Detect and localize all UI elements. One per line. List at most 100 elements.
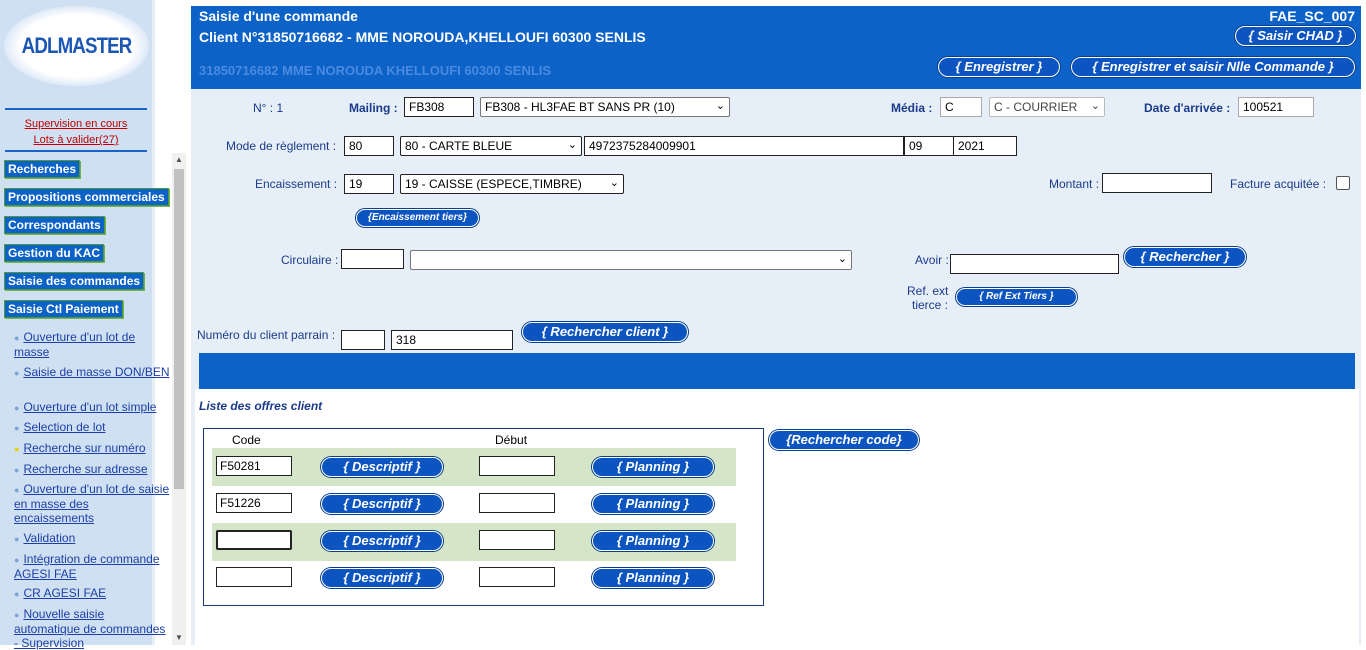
date-arrivee-input[interactable]: 100521 <box>1238 97 1314 117</box>
page-title: Saisie d'une commande <box>199 8 358 24</box>
mailing-label: Mailing : <box>349 101 398 115</box>
encaissement-select[interactable]: 19 - CAISSE (ESPECE,TIMBRE) ⌄ <box>400 174 624 194</box>
encaissement-code-input[interactable]: 19 <box>344 174 394 194</box>
offers-panel: Liste des offres client {Rechercher code… <box>195 389 1359 645</box>
offer-debut-input[interactable] <box>479 493 555 513</box>
montant-label: Montant : <box>1049 177 1100 191</box>
encaissement-tiers-button[interactable]: {Encaissement tiers} <box>356 209 479 227</box>
chevron-down-icon: ⌄ <box>567 139 577 151</box>
sidebar-scrollbar[interactable]: ▲ ▼ <box>172 153 186 645</box>
circulaire-select[interactable]: ⌄ <box>410 250 852 270</box>
facture-acquitee-checkbox[interactable] <box>1336 176 1350 190</box>
side-link-validation[interactable]: ● Validation <box>14 531 172 546</box>
nav-button-saisie-ctl-paiement[interactable]: Saisie Ctl Paiement <box>4 300 123 318</box>
media-select[interactable]: C - COURRIER ⌄ <box>989 97 1105 117</box>
chevron-down-icon: ⌄ <box>715 100 725 112</box>
offer-code-input[interactable] <box>216 530 292 550</box>
planning-button[interactable]: { Planning } <box>592 494 714 514</box>
side-link-saisie-masse[interactable]: ● Saisie de masse DON/BEN <box>14 365 172 380</box>
lots-to-validate-link[interactable]: Lots à valider(27) <box>0 134 152 146</box>
bullet-icon: ● <box>14 465 20 475</box>
app-logo[interactable]: ADLMASTER <box>4 6 149 86</box>
side-link-integration-agesi[interactable]: ● Intégration de commande AGESI FAE <box>14 552 172 581</box>
media-code-input[interactable]: C <box>940 97 982 117</box>
offer-debut-input[interactable] <box>479 567 555 587</box>
nav-button-recherches[interactable]: Recherches <box>4 160 81 178</box>
side-link-encaissements[interactable]: ● Ouverture d'un lot de saisie en masse d… <box>14 482 172 525</box>
ref-ext-label: Ref. ext <box>907 284 949 298</box>
section-band <box>199 353 1355 389</box>
offer-code-input[interactable]: F51226 <box>216 493 292 513</box>
page-header: Saisie d'une commande Client N°318507166… <box>191 6 1361 89</box>
client-parrain-label: Numéro du client parrain : <box>197 328 336 342</box>
ref-ext-tiers-button[interactable]: { Ref Ext Tiers } <box>956 288 1077 306</box>
montant-input[interactable] <box>1102 173 1212 193</box>
column-header-debut: Début <box>495 433 528 447</box>
side-link-recherche-numero[interactable]: ● Recherche sur numéro <box>14 441 172 456</box>
offers-title: Liste des offres client <box>199 399 323 413</box>
client-ghost-text: 31850716682 MME NOROUDA KHELLOUFI 60300 … <box>199 63 552 78</box>
media-label: Média : <box>891 101 933 115</box>
enregistrer-button[interactable]: { Enregistrer } <box>938 57 1060 77</box>
bullet-icon: ● <box>14 485 20 495</box>
descriptif-button[interactable]: { Descriptif } <box>321 531 443 551</box>
mailing-code-input[interactable]: FB308 <box>404 97 474 117</box>
order-form: N° : 1 Mailing : FB308 FB308 - HL3FAE BT… <box>191 89 1361 645</box>
encaissement-label: Encaissement : <box>255 177 338 191</box>
descriptif-button[interactable]: { Descriptif } <box>321 457 443 477</box>
supervision-link[interactable]: Supervision en cours <box>0 118 152 130</box>
ref-ext-label-2: tierce : <box>912 298 949 312</box>
nav-button-correspondants[interactable]: Correspondants <box>4 216 105 234</box>
avoir-input[interactable] <box>950 254 1119 274</box>
side-link-cr-agesi[interactable]: ● CR AGESI FAE <box>14 586 172 601</box>
scroll-thumb[interactable] <box>174 169 184 489</box>
planning-button[interactable]: { Planning } <box>592 531 714 551</box>
card-month-input[interactable]: 09 <box>904 136 954 156</box>
enregistrer-nouvelle-commande-button[interactable]: { Enregistrer et saisir Nlle Commande } <box>1071 57 1355 77</box>
descriptif-button[interactable]: { Descriptif } <box>321 494 443 514</box>
offer-code-input[interactable]: F50281 <box>216 456 292 476</box>
bullet-icon: ● <box>14 610 20 620</box>
descriptif-button[interactable]: { Descriptif } <box>321 568 443 588</box>
bullet-icon: ● <box>14 555 20 565</box>
scroll-down-icon[interactable]: ▼ <box>175 633 183 642</box>
scroll-up-icon[interactable]: ▲ <box>175 155 183 164</box>
parrain-number-input[interactable]: 318 <box>391 330 513 350</box>
avoir-label: Avoir : <box>915 253 949 267</box>
date-arrivee-label: Date d'arrivée : <box>1144 101 1231 115</box>
circulaire-code-input[interactable] <box>341 249 404 269</box>
nav-button-kac[interactable]: Gestion du KAC <box>4 244 104 262</box>
parrain-code-input[interactable] <box>341 330 385 350</box>
reglement-select[interactable]: 80 - CARTE BLEUE ⌄ <box>400 136 582 156</box>
offer-debut-input[interactable] <box>479 456 555 476</box>
planning-button[interactable]: { Planning } <box>592 457 714 477</box>
mailing-select[interactable]: FB308 - HL3FAE BT SANS PR (10) ⌄ <box>480 97 730 117</box>
chevron-down-icon: ⌄ <box>837 253 847 265</box>
side-link-lot-masse[interactable]: ● Ouverture d'un lot de masse <box>14 330 172 359</box>
mode-reglement-label: Mode de règlement : <box>226 139 337 153</box>
nav-button-propositions[interactable]: Propositions commerciales <box>4 188 169 206</box>
bullet-icon: ● <box>14 444 20 454</box>
rechercher-code-button[interactable]: {Rechercher code} <box>769 430 919 450</box>
nav-button-saisie-commandes[interactable]: Saisie des commandes <box>4 272 145 290</box>
side-link-lot-simple[interactable]: ● Ouverture d'un lot simple <box>14 400 172 415</box>
bullet-icon: ● <box>14 589 20 599</box>
bullet-icon: ● <box>14 423 20 433</box>
card-number-input[interactable]: 4972375284009901 <box>584 136 904 156</box>
offer-code-input[interactable] <box>216 567 292 587</box>
circulaire-label: Circulaire : <box>281 253 339 267</box>
chevron-down-icon: ⌄ <box>1090 100 1100 112</box>
side-link-recherche-adresse[interactable]: ● Recherche sur adresse <box>14 462 172 477</box>
reglement-code-input[interactable]: 80 <box>344 136 394 156</box>
offer-debut-input[interactable] <box>479 530 555 550</box>
saisir-chad-button[interactable]: { Saisir CHAD } <box>1235 26 1356 46</box>
rechercher-client-button[interactable]: { Rechercher client } <box>522 322 688 342</box>
side-link-nouvelle-saisie[interactable]: ● Nouvelle saisie automatique de commande… <box>14 607 172 650</box>
card-year-input[interactable]: 2021 <box>953 136 1017 156</box>
client-title: Client N°31850716682 - MME NOROUDA,KHELL… <box>199 29 646 45</box>
sidebar-panel <box>0 0 155 645</box>
planning-button[interactable]: { Planning } <box>592 568 714 588</box>
side-link-selection-lot[interactable]: ● Selection de lot <box>14 420 172 435</box>
offers-table: Code Début F50281 { Descriptif } { Plann… <box>203 428 764 606</box>
rechercher-button[interactable]: { Rechercher } <box>1124 247 1246 267</box>
